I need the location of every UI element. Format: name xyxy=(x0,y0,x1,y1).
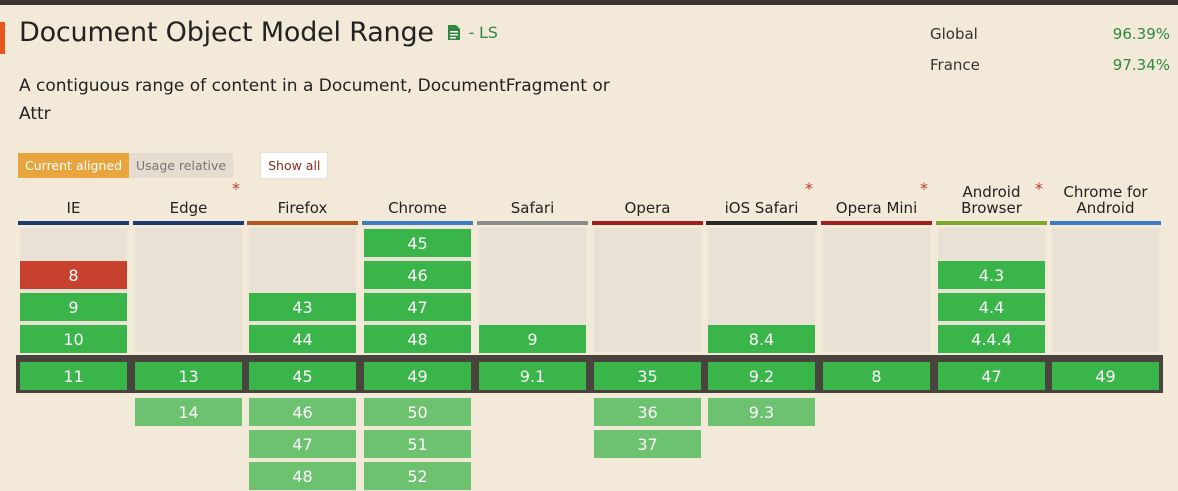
browser-name: Chrome for Android xyxy=(1063,183,1148,217)
future-version-cell[interactable]: 52 xyxy=(364,462,471,490)
browser-header-ie[interactable]: IE xyxy=(18,182,129,220)
browser-header-opera[interactable]: Opera xyxy=(592,182,703,220)
current-version-cell[interactable]: 49 xyxy=(1052,362,1159,390)
version-cell[interactable]: 47 xyxy=(364,293,471,321)
browser-name: Android Browser xyxy=(961,183,1022,217)
browser-name: Edge xyxy=(169,199,208,217)
browser-name: IE xyxy=(66,199,81,217)
browser-header-android-browser[interactable]: Android Browser * xyxy=(936,181,1047,220)
current-version-cell[interactable]: 8 xyxy=(823,362,930,390)
browser-header-chrome[interactable]: Chrome xyxy=(362,182,473,220)
browser-header-edge[interactable]: Edge * xyxy=(133,181,244,220)
version-cell[interactable]: 43 xyxy=(249,293,356,321)
version-cell[interactable]: 45 xyxy=(364,229,471,257)
version-cell[interactable]: 46 xyxy=(364,261,471,289)
browser-bar xyxy=(18,221,129,225)
browser-name: Opera Mini xyxy=(835,199,918,217)
browser-header-chrome-for-android[interactable]: Chrome for Android xyxy=(1050,182,1161,220)
note-asterisk-icon[interactable]: * xyxy=(232,181,240,197)
future-version-cell[interactable]: 50 xyxy=(364,398,471,426)
version-cell[interactable]: 44 xyxy=(249,325,356,353)
future-version-cell[interactable]: 14 xyxy=(135,398,242,426)
browser-bar xyxy=(821,221,932,225)
browser-name: Firefox xyxy=(277,199,328,217)
current-version-cell[interactable]: 35 xyxy=(594,362,701,390)
browser-bar xyxy=(247,221,358,225)
current-version-cell[interactable]: 9.1 xyxy=(479,362,586,390)
note-asterisk-icon[interactable]: * xyxy=(805,181,813,197)
browser-bar xyxy=(133,221,244,225)
future-version-cell[interactable]: 51 xyxy=(364,430,471,458)
future-version-cell[interactable]: 47 xyxy=(249,430,356,458)
browser-bar xyxy=(592,221,703,225)
past-versions-background xyxy=(823,228,930,352)
past-versions-background xyxy=(594,228,701,352)
note-asterisk-icon[interactable]: * xyxy=(1035,181,1043,197)
current-version-cell[interactable]: 11 xyxy=(20,362,127,390)
future-version-cell[interactable]: 36 xyxy=(594,398,701,426)
browser-header-opera-mini[interactable]: Opera Mini * xyxy=(821,181,932,220)
future-version-cell[interactable]: 9.3 xyxy=(708,398,815,426)
browser-header-ios-safari[interactable]: iOS Safari * xyxy=(706,181,817,220)
browser-name: iOS Safari xyxy=(724,199,799,217)
future-version-cell[interactable]: 48 xyxy=(249,462,356,490)
version-cell[interactable]: 8 xyxy=(20,261,127,289)
browser-name: Opera xyxy=(624,199,671,217)
past-versions-background xyxy=(135,228,242,352)
note-asterisk-icon[interactable]: * xyxy=(920,181,928,197)
version-cell[interactable]: 8.4 xyxy=(708,325,815,353)
version-cell[interactable]: 48 xyxy=(364,325,471,353)
browser-header-firefox[interactable]: Firefox xyxy=(247,182,358,220)
current-version-cell[interactable]: 13 xyxy=(135,362,242,390)
current-version-cell[interactable]: 9.2 xyxy=(708,362,815,390)
current-version-cell[interactable]: 45 xyxy=(249,362,356,390)
version-cell[interactable]: 4.4 xyxy=(938,293,1045,321)
version-cell[interactable]: 10 xyxy=(20,325,127,353)
current-version-cell[interactable]: 49 xyxy=(364,362,471,390)
past-versions-background xyxy=(1052,228,1159,352)
browser-bar xyxy=(477,221,588,225)
future-version-cell[interactable]: 37 xyxy=(594,430,701,458)
browser-bar xyxy=(1050,221,1161,225)
version-cell[interactable]: 4.3 xyxy=(938,261,1045,289)
support-table: IE 8 9 10 11 Edge * 13 14 Firefox 43 44 45 46 47 48 Chro… xyxy=(0,0,1178,491)
version-cell[interactable]: 4.4.4 xyxy=(938,325,1045,353)
browser-bar xyxy=(362,221,473,225)
browser-header-safari[interactable]: Safari xyxy=(477,182,588,220)
version-cell[interactable]: 9 xyxy=(20,293,127,321)
version-cell[interactable]: 9 xyxy=(479,325,586,353)
future-version-cell[interactable]: 46 xyxy=(249,398,356,426)
current-version-cell[interactable]: 47 xyxy=(938,362,1045,390)
browser-name: Safari xyxy=(510,199,555,217)
browser-name: Chrome xyxy=(388,199,447,217)
browser-bar xyxy=(706,221,817,225)
browser-bar xyxy=(936,221,1047,225)
